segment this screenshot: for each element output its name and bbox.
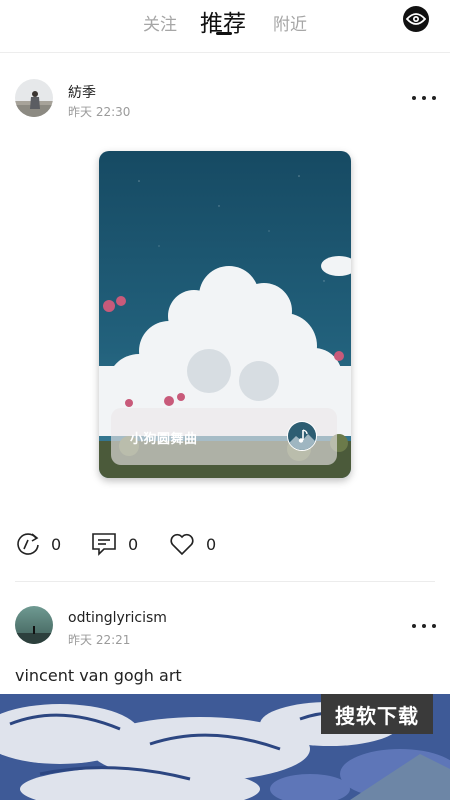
avatar[interactable]	[15, 606, 53, 644]
comment-icon[interactable]	[91, 531, 117, 557]
username[interactable]: 紡季	[68, 82, 96, 102]
more-options-icon[interactable]	[412, 93, 436, 103]
music-card[interactable]: 小狗圆舞曲	[99, 151, 351, 478]
username[interactable]: odtinglyricism	[68, 610, 167, 626]
post-time: 昨天 22:21	[68, 633, 131, 647]
avatar[interactable]	[15, 79, 53, 117]
divider	[15, 581, 435, 582]
like-count: 0	[206, 535, 217, 554]
tab-nearby[interactable]: 附近	[273, 10, 307, 35]
music-note-icon[interactable]	[287, 421, 317, 451]
song-bar[interactable]: 小狗圆舞曲	[111, 408, 337, 465]
heart-icon[interactable]	[169, 531, 195, 557]
more-options-icon[interactable]	[412, 621, 436, 631]
top-nav: 关注 推荐 附近	[0, 0, 450, 53]
post-time: 昨天 22:30	[68, 105, 131, 119]
repost-count: 0	[51, 535, 62, 554]
song-title: 小狗圆舞曲	[130, 432, 198, 447]
comment-count: 0	[128, 535, 139, 554]
active-tab-indicator	[216, 32, 232, 35]
repost-icon[interactable]	[15, 531, 41, 557]
eye-icon[interactable]	[403, 6, 429, 32]
watermark: 搜软下载	[321, 694, 433, 734]
tab-follow[interactable]: 关注	[143, 10, 177, 35]
post-caption: vincent van gogh art	[15, 666, 182, 685]
